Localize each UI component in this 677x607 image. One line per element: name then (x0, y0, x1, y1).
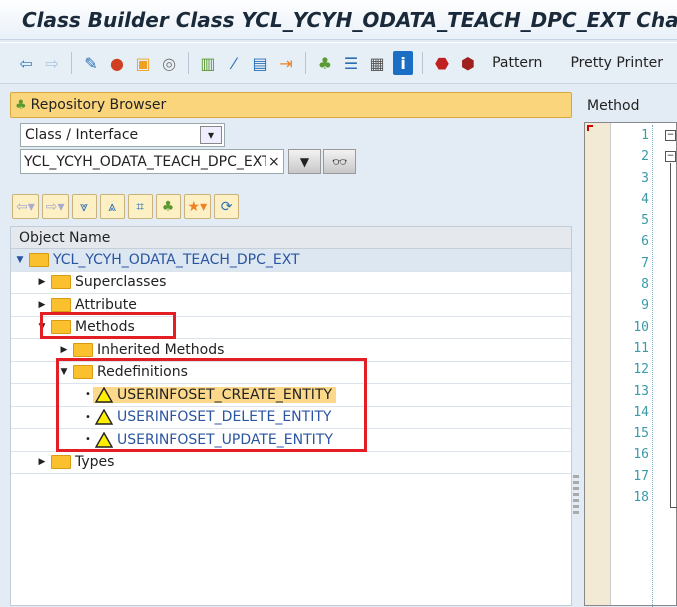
local-types-icon[interactable]: ▤ (250, 51, 270, 75)
collapsed-triangle-icon[interactable]: ▶ (37, 457, 47, 467)
breakpoint-session-icon[interactable]: ⬣ (432, 51, 452, 75)
favorites-icon[interactable]: ★▾ (183, 194, 212, 219)
collapse-block-icon[interactable]: − (665, 151, 676, 162)
object-name-value: YCL_YCYH_ODATA_TEACH_DPC_EXT (24, 153, 266, 170)
hierarchy-icon[interactable]: ♣ (315, 51, 335, 75)
collapsed-triangle-icon[interactable]: ▶ (37, 277, 47, 287)
column-header-object-name: Object Name (11, 227, 571, 249)
browser-nav-toolbar: ⇦▾ ⇨▾ ⩔ ⩓ ⌗ ♣ ★▾ ⟳ (12, 194, 240, 219)
refresh-icon[interactable]: ⟳ (214, 194, 240, 219)
expanded-triangle-icon[interactable]: ▼ (15, 255, 25, 265)
info-icon[interactable]: i (393, 51, 414, 75)
splitter-handle[interactable] (573, 475, 579, 515)
outline-icon[interactable]: ☰ (341, 51, 361, 75)
repository-browser-panel: ♣ Repository Browser Class / Interface ▾… (10, 92, 572, 606)
redefine-icon[interactable]: ⇥ (276, 51, 296, 75)
clear-icon[interactable]: × (268, 154, 280, 170)
folder-icon (73, 342, 93, 357)
repository-browser-title: Repository Browser (30, 97, 167, 113)
pattern-button[interactable]: Pattern (492, 55, 542, 71)
folder-icon (51, 455, 71, 470)
collapsed-triangle-icon[interactable]: ▶ (37, 300, 47, 310)
pretty-printer-button[interactable]: Pretty Printer (570, 55, 663, 71)
folder-open-icon (29, 252, 49, 267)
tree-node-types[interactable]: ▶ Types (11, 452, 571, 474)
collapse-block-icon[interactable]: − (665, 130, 676, 141)
folder-icon (51, 297, 71, 312)
find-icon[interactable]: ⌗ (127, 194, 153, 219)
active-inactive-icon[interactable]: ● (107, 51, 127, 75)
object-list-icon[interactable]: ▥ (198, 51, 218, 75)
object-type-value: Class / Interface (25, 127, 139, 143)
forward-icon[interactable]: ⇨ (42, 51, 62, 75)
window-title: Class Builder Class YCL_YCYH_ODATA_TEACH… (0, 0, 677, 40)
collapse-all-icon[interactable]: ⩓ (99, 194, 125, 219)
object-hierarchy-icon[interactable]: ♣ (155, 194, 181, 219)
hierarchy-icon: ♣ (15, 97, 27, 113)
next-object-icon[interactable]: ⇨▾ (41, 194, 69, 219)
node-label: Attribute (75, 296, 137, 313)
annotation-box-redefinitions (56, 358, 367, 452)
repository-browser-header[interactable]: ♣ Repository Browser (10, 92, 572, 118)
tree-node-class[interactable]: ▼ YCL_YCYH_ODATA_TEACH_DPC_EXT (11, 249, 571, 272)
other-object-icon[interactable]: ▣ (133, 51, 153, 75)
object-name-input[interactable]: YCL_YCYH_ODATA_TEACH_DPC_EXT × (20, 149, 284, 174)
editor-gutter (585, 123, 611, 605)
node-label: Superclasses (75, 274, 167, 291)
back-icon[interactable]: ⇦ (16, 51, 36, 75)
display-change-icon[interactable]: ✎ (81, 51, 101, 75)
code-editor[interactable]: 1 2 3 4 5 6 7 8 9 10 11 12 13 14 15 16 1… (584, 122, 677, 607)
triangle-down-icon: ▼ (299, 154, 310, 169)
glasses-icon: 👓︎ (331, 154, 348, 169)
annotation-box-methods (40, 312, 176, 339)
dropdown-button[interactable]: ▼ (288, 149, 321, 174)
previous-object-icon[interactable]: ⇦▾ (12, 194, 39, 219)
object-type-select[interactable]: Class / Interface ▾ (20, 123, 225, 147)
where-used-icon[interactable]: ◎ (159, 51, 179, 75)
folder-icon (51, 275, 71, 290)
display-button[interactable]: 👓︎ (323, 149, 356, 174)
layout-icon[interactable]: ▦ (367, 51, 387, 75)
node-label: Types (75, 454, 115, 471)
application-toolbar: ⇦ ⇨ ✎ ● ▣ ◎ ▥ ⁄ ▤ ⇥ ♣ ☰ ▦ i ⬣ ⬢ Pattern … (0, 42, 677, 84)
wizard-icon[interactable]: ⁄ (224, 51, 244, 75)
node-label: Inherited Methods (97, 341, 225, 358)
method-editor-panel: Method 1 2 3 4 5 6 7 8 9 10 11 12 13 14 … (582, 92, 677, 607)
line-numbers: 1 2 3 4 5 6 7 8 9 10 11 12 13 14 15 16 1… (612, 125, 653, 607)
expand-all-icon[interactable]: ⩔ (71, 194, 97, 219)
chevron-down-icon[interactable]: ▾ (200, 126, 222, 144)
method-header: Method (582, 92, 677, 120)
tree-node-superclasses[interactable]: ▶ Superclasses (11, 272, 571, 294)
breakpoint-user-icon[interactable]: ⬢ (458, 51, 478, 75)
collapsed-triangle-icon[interactable]: ▶ (59, 345, 69, 355)
node-label: YCL_YCYH_ODATA_TEACH_DPC_EXT (53, 251, 300, 268)
